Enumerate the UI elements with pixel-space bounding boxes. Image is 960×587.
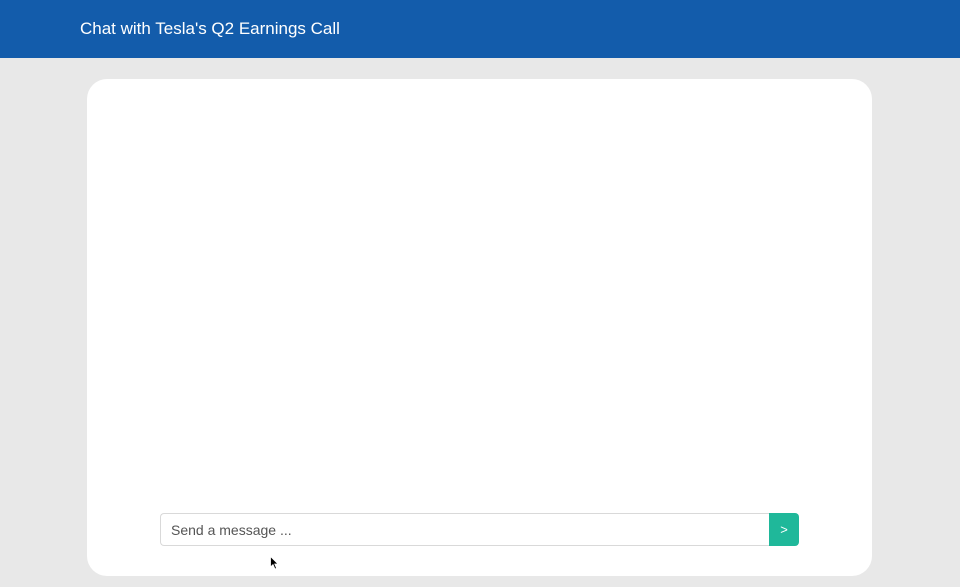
message-input[interactable] — [160, 513, 769, 546]
message-list — [87, 79, 872, 499]
message-composer: > — [160, 513, 799, 546]
app-header: Chat with Tesla's Q2 Earnings Call — [0, 0, 960, 58]
send-button[interactable]: > — [769, 513, 799, 546]
chat-panel: > — [87, 79, 872, 576]
page-title: Chat with Tesla's Q2 Earnings Call — [80, 19, 340, 38]
